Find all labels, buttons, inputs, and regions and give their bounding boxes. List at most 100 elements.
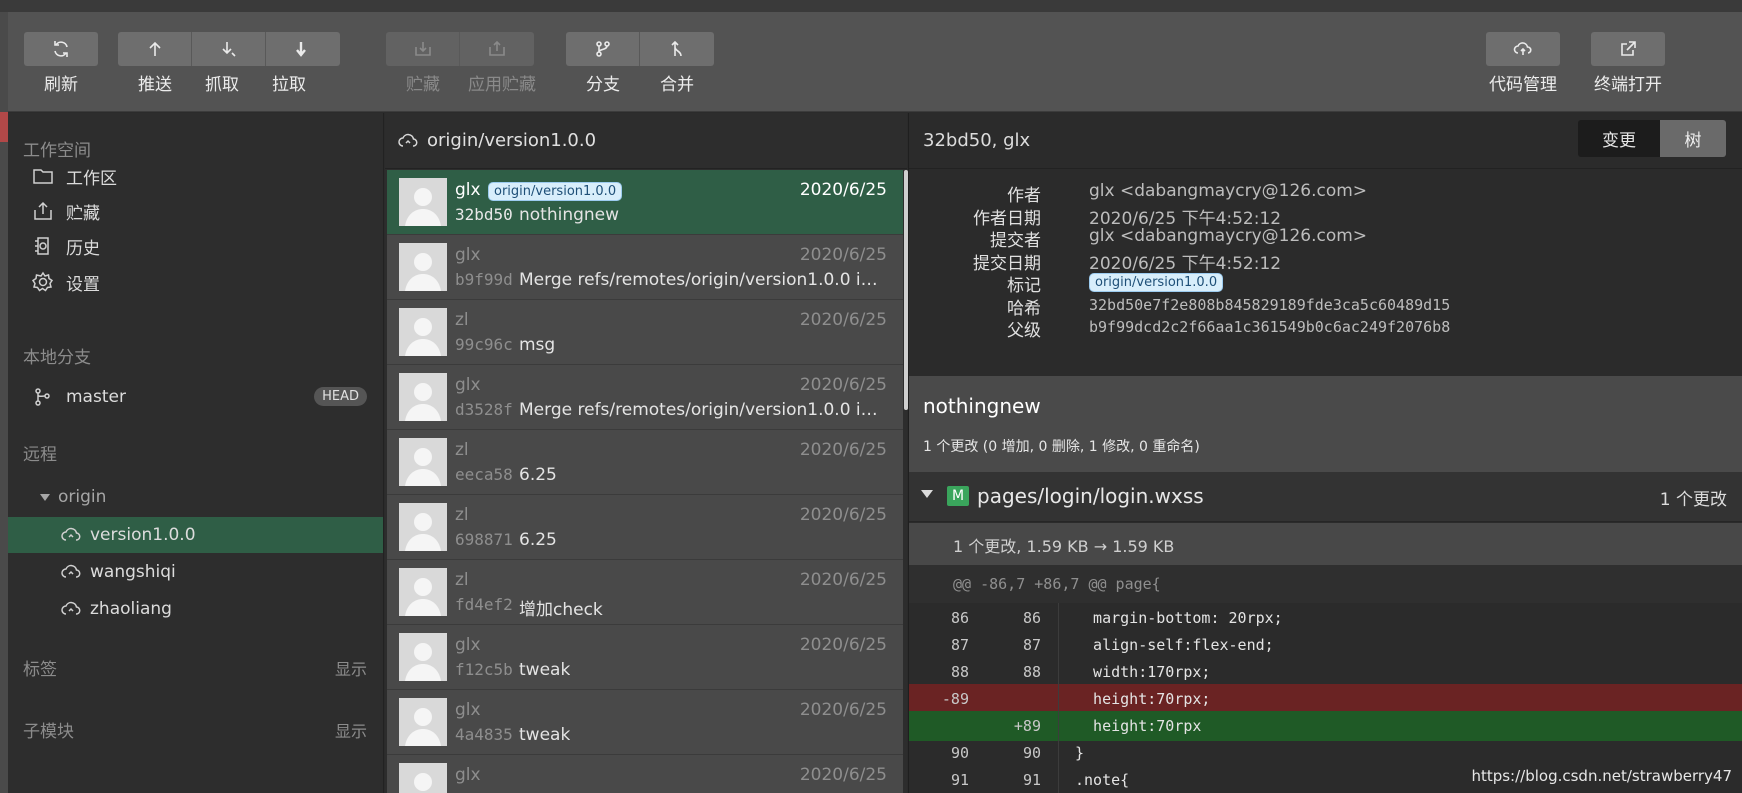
ref-tag: origin/version1.0.0 [1089,273,1224,292]
meta-value: 2020/6/25 下午4:52:12 [1089,253,1282,274]
commit-message: tweak [519,725,571,745]
commit-row[interactable]: glx 2020/6/25 [387,755,903,793]
external-link-icon [1621,41,1636,56]
commit-date: 2020/6/25 [799,505,887,525]
commit-row[interactable]: zl 2020/6/25 698871 6.25 [387,495,903,560]
detail-header: 32bd50, glx 变更 树 [909,113,1742,169]
commit-row[interactable]: zl 2020/6/25 eeca58 6.25 [387,430,903,495]
branch-button[interactable] [566,32,640,66]
commit-hash: d3528f [455,400,513,419]
commit-row[interactable]: glx 2020/6/25 b9f99d Merge refs/remotes/ori… [387,235,903,300]
commit-author: zl [455,310,469,330]
caret-down-icon [40,493,50,501]
meta-row: 哈希 32bd50e7f2e808b845829189fde3ca5c60489d… [909,294,1742,319]
view-toggle: 变更 树 [1578,120,1726,157]
meta-value[interactable]: 32bd50e7f2e808b845829189fde3ca5c60489d15 [1089,296,1450,314]
sidebar-item-remote-zhaoliang[interactable]: zhaoliang [8,591,383,627]
fetch-button[interactable] [192,32,266,66]
remote-origin-item[interactable]: origin [8,479,383,515]
avatar [399,243,447,291]
window-left-edge [0,12,8,793]
terminal-open-label: 终端打开 [1594,75,1662,95]
branch-group [566,32,714,66]
commit-row[interactable]: glx 2020/6/25 f12c5b tweak [387,625,903,690]
meta-row: 提交者 glx <dabangmaycry@126.com> [909,226,1742,251]
commit-date: 2020/6/25 [799,570,887,590]
commit-message: tweak [519,660,571,680]
sidebar-item-master[interactable]: master HEAD [8,379,383,415]
submodules-show-link[interactable]: 显示 [335,718,367,742]
merge-icon [671,40,682,57]
collapse-caret-icon[interactable] [921,490,933,498]
head-badge: HEAD [314,387,367,406]
commit-row[interactable]: glx origin/version1.0.0 2020/6/25 32bd50 not… [387,170,903,235]
commit-date: 2020/6/25 [799,635,887,655]
meta-key: 提交者 [990,231,1041,251]
old-line-number: 86 [950,609,969,627]
old-line-number: 87 [950,636,969,654]
local-branch-section-title: 本地分支 [23,348,91,368]
sidebar-item-label: 历史 [66,238,100,259]
pull-label: 拉取 [272,75,306,95]
meta-key: 标记 [1007,276,1041,296]
avatar [399,698,447,746]
sidebar-item-workspace[interactable]: 工作区 [8,158,383,194]
merge-button[interactable] [640,32,714,66]
commit-message: msg [519,335,556,355]
meta-value: 2020/6/25 下午4:52:12 [1089,208,1282,229]
sidebar-item-stash[interactable]: 贮藏 [8,193,383,229]
current-ref: origin/version1.0.0 [427,130,597,151]
remote-section-title: 远程 [23,445,57,465]
meta-value[interactable]: b9f99dcd2c2f66aa1c361549b0c6ac249f2076b8 [1089,318,1450,336]
file-size-summary: 1 个更改, 1.59 KB → 1.59 KB [909,523,1742,565]
code-manage-group [1486,32,1560,66]
refresh-button[interactable] [24,32,98,66]
terminal-open-button[interactable] [1591,32,1665,66]
meta-key: 哈希 [1007,298,1041,319]
stash-button[interactable] [386,32,460,66]
commit-message: 6.25 [519,530,557,550]
line-code: width:170rpx; [1075,663,1211,681]
watermark: https://blog.csdn.net/strawberry47 [1471,767,1732,785]
meta-row: 父级 b9f99dcd2c2f66aa1c361549b0c6ac249f2076… [909,316,1742,341]
tree-tab[interactable]: 树 [1660,120,1726,157]
pull-button[interactable] [266,32,340,66]
sidebar-item-settings[interactable]: 设置 [8,264,383,300]
commit-row[interactable]: glx 2020/6/25 d3528f Merge refs/remotes/ori… [387,365,903,430]
commit-author: zl [455,570,469,590]
commit-row[interactable]: zl 2020/6/25 fd4ef2 增加check [387,560,903,625]
stash-label: 贮藏 [406,75,440,95]
sidebar-item-remote-version1[interactable]: version1.0.0 [8,517,383,553]
commit-date: 2020/6/25 [799,375,887,395]
branch-name: master [66,387,126,407]
commit-detail: 32bd50, glx 变更 树 作者 glx <dabangmaycry@126… [908,113,1742,793]
meta-row: 作者 glx <dabangmaycry@126.com> [909,181,1742,206]
code-manage-button[interactable] [1486,32,1560,66]
commit-hash: fd4ef2 [455,595,513,614]
code-manage-label: 代码管理 [1489,75,1557,95]
commit-author: glx [455,375,481,395]
toolbar: 刷新 推送 抓取 拉取 贮藏 应用贮藏 分支 合并 代码管理 终端打开 [8,12,1742,112]
avatar [399,178,447,226]
tags-show-link[interactable]: 显示 [335,656,367,680]
sidebar-item-history[interactable]: 历史 [8,228,383,264]
sidebar-item-remote-wangshiqi[interactable]: wangshiqi [8,554,383,590]
commit-row[interactable]: zl 2020/6/25 99c96c msg [387,300,903,365]
apply-stash-label: 应用贮藏 [468,75,536,95]
commit-message-title: nothingnew [923,394,1041,418]
commit-author: glx [455,245,481,265]
commit-date: 2020/6/25 [799,310,887,330]
left-edge-accent [0,112,8,142]
commit-row[interactable]: glx 2020/6/25 4a4835 tweak [387,690,903,755]
push-button[interactable] [118,32,192,66]
new-line-number: 88 [1022,663,1041,681]
hunk-header-text: @@ -86,7 +86,7 @@ page{ [953,575,1161,593]
new-line-number: 86 [1022,609,1041,627]
meta-key: 父级 [1007,321,1041,341]
sidebar-item-label: 设置 [66,274,100,295]
changes-tab[interactable]: 变更 [1578,120,1660,157]
remote-name: origin [58,487,107,507]
apply-stash-button[interactable] [460,32,534,66]
file-header[interactable]: M pages/login/login.wxss 1 个更改 [909,472,1742,522]
meta-key: 提交日期 [973,253,1041,274]
